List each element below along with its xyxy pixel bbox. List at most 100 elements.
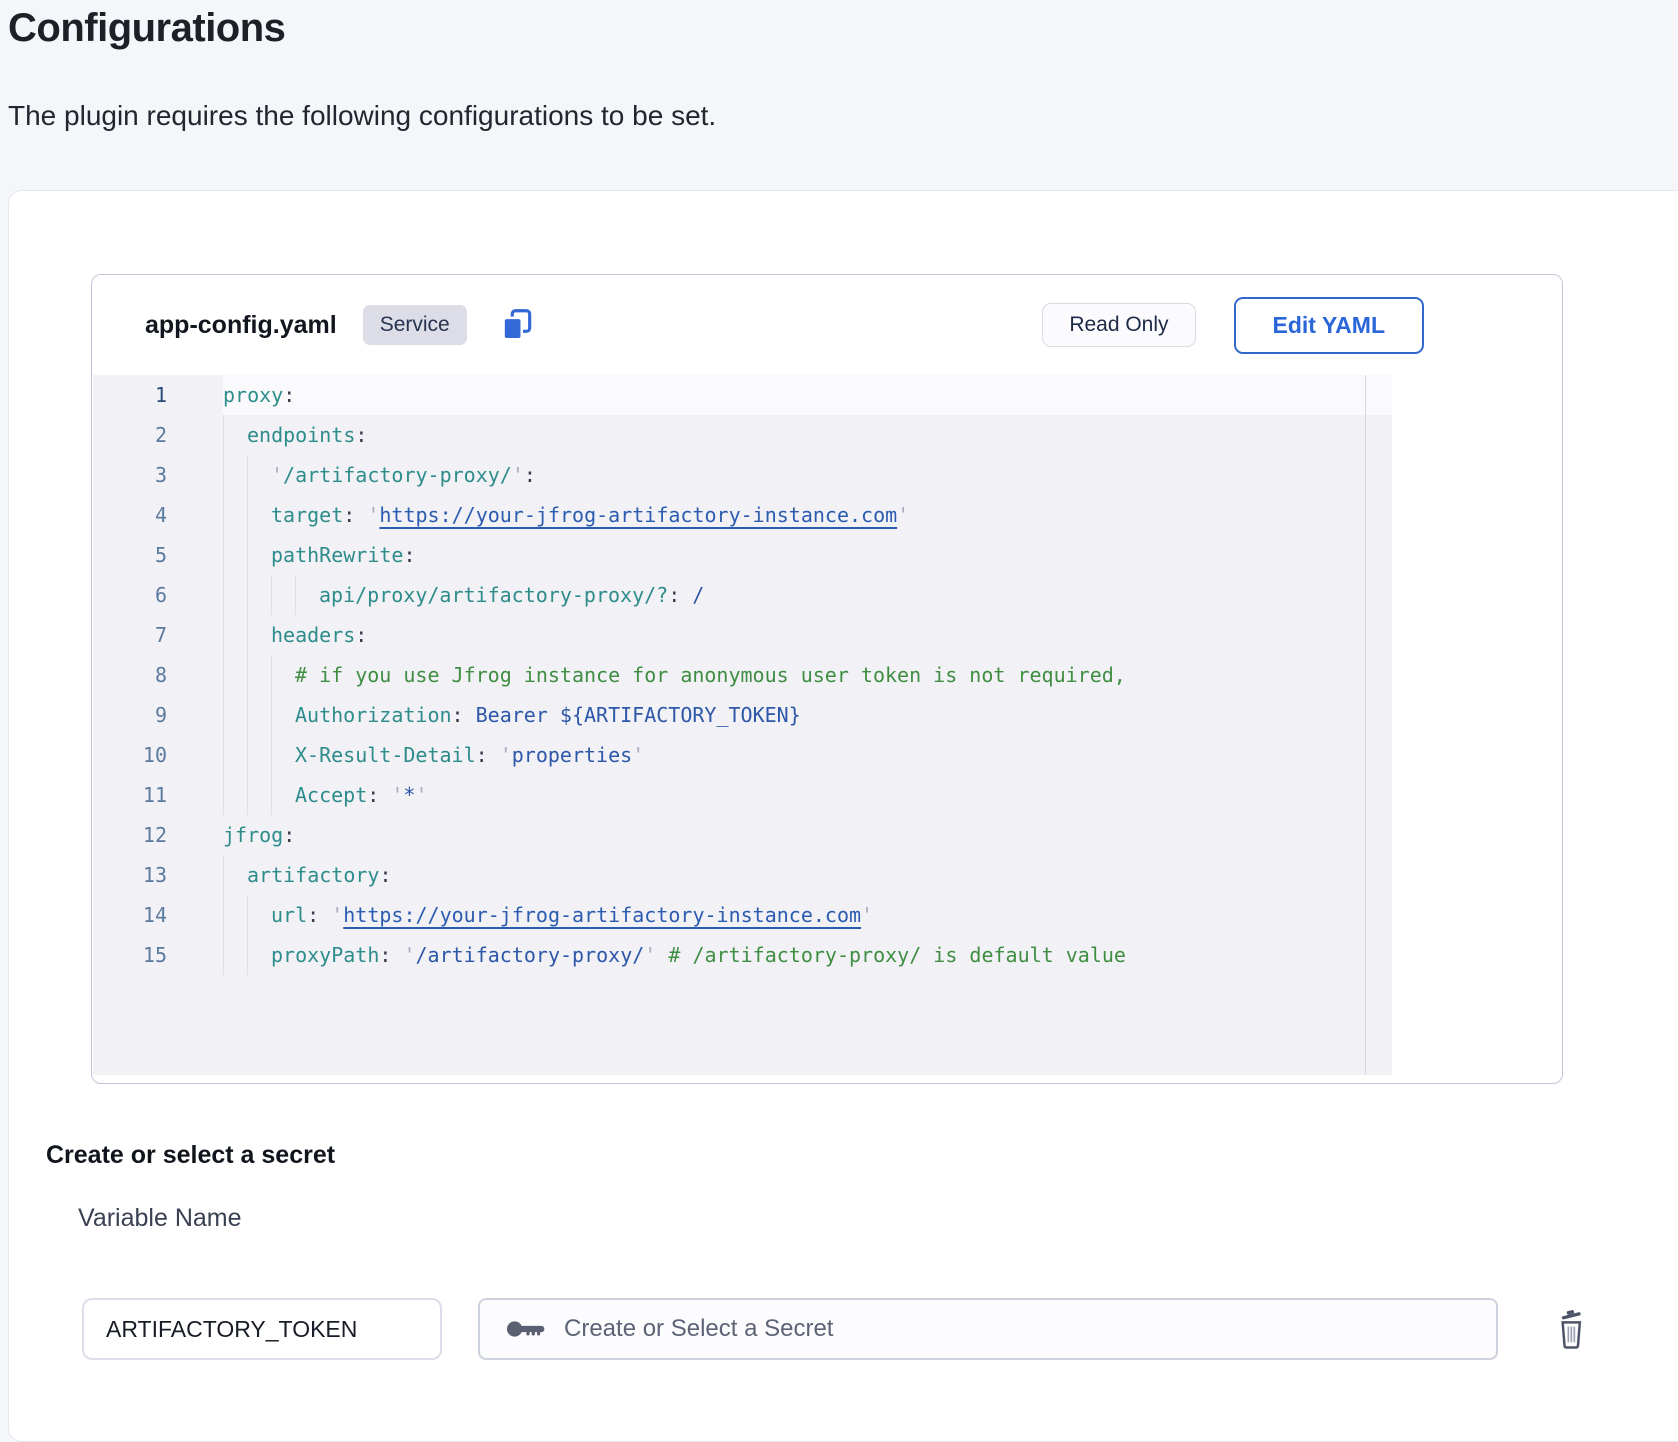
indent-guide — [247, 695, 271, 735]
code-line: 14url: 'https://your-jfrog-artifactory-i… — [93, 895, 1392, 935]
code-token: proxyPath — [271, 935, 379, 975]
code-line-content: artifactory: — [223, 855, 1392, 895]
code-line: 1proxy: — [93, 375, 1392, 415]
code-token: ' — [415, 775, 427, 815]
code-token: target — [271, 495, 343, 535]
code-token: ' — [632, 735, 644, 775]
code-line: 5pathRewrite: — [93, 535, 1392, 575]
line-number: 9 — [93, 695, 223, 735]
indent-guide — [247, 495, 271, 535]
code-token: : — [379, 935, 403, 975]
copy-button[interactable] — [497, 305, 537, 345]
line-number: 11 — [93, 775, 223, 815]
line-number: 4 — [93, 495, 223, 535]
code-line-content: jfrog: — [223, 815, 1392, 855]
code-token: ' — [897, 495, 909, 535]
read-only-button[interactable]: Read Only — [1042, 303, 1195, 347]
code-token: * — [403, 775, 415, 815]
indent-guide — [247, 735, 271, 775]
indent-guide — [223, 855, 247, 895]
code-line-content: api/proxy/artifactory-proxy/?: / — [223, 575, 1392, 615]
indent-guide — [295, 575, 319, 615]
indent-guide — [247, 575, 271, 615]
code-token: properties — [512, 735, 632, 775]
code-token: : — [367, 775, 391, 815]
indent-guide — [271, 775, 295, 815]
code-token: artifactory — [247, 855, 379, 895]
code-token: api/proxy/artifactory-proxy/? — [319, 575, 668, 615]
indent-guide — [247, 455, 271, 495]
line-number: 10 — [93, 735, 223, 775]
secret-select-input[interactable]: Create or Select a Secret — [478, 1298, 1498, 1360]
code-line: 13artifactory: — [93, 855, 1392, 895]
delete-secret-button[interactable] — [1549, 1303, 1593, 1355]
code-token: : — [524, 455, 536, 495]
code-line-content: pathRewrite: — [223, 535, 1392, 575]
indent-guide — [247, 935, 271, 975]
indent-guide — [223, 935, 247, 975]
code-line: 10X-Result-Detail: 'properties' — [93, 735, 1392, 775]
code-token: Authorization — [295, 695, 452, 735]
code-token: : — [355, 415, 367, 455]
code-token: headers — [271, 615, 355, 655]
code-token: ' — [331, 895, 343, 935]
code-token: : — [283, 375, 295, 415]
page-title: Configurations — [8, 6, 285, 51]
code-line-content: X-Result-Detail: 'properties' — [223, 735, 1392, 775]
secret-section-heading: Create or select a secret — [46, 1141, 335, 1170]
code-token: : — [283, 815, 295, 855]
code-token: X-Result-Detail — [295, 735, 476, 775]
code-link[interactable]: https://your-jfrog-artifactory-instance.… — [379, 495, 897, 535]
variable-name-label: Variable Name — [78, 1204, 242, 1233]
code-line: 11Accept: '*' — [93, 775, 1392, 815]
indent-guide — [247, 535, 271, 575]
page-subtitle: The plugin requires the following config… — [8, 100, 716, 132]
code-token: proxy — [223, 375, 283, 415]
line-number: 3 — [93, 455, 223, 495]
code-token: jfrog — [223, 815, 283, 855]
key-icon — [506, 1316, 548, 1342]
code-token: : — [403, 535, 415, 575]
code-token: # if you use Jfrog instance for anonymou… — [295, 655, 1126, 695]
indent-guide — [247, 655, 271, 695]
service-badge: Service — [363, 305, 467, 345]
code-token: : — [307, 895, 331, 935]
code-editor[interactable]: 1proxy:2endpoints:3'/artifactory-proxy/'… — [93, 375, 1392, 1075]
code-token: pathRewrite — [271, 535, 403, 575]
line-number: 14 — [93, 895, 223, 935]
indent-guide — [223, 455, 247, 495]
file-name: app-config.yaml — [145, 311, 337, 340]
indent-guide — [271, 655, 295, 695]
code-token: ' — [861, 895, 873, 935]
code-token: Accept — [295, 775, 367, 815]
indent-guide — [223, 615, 247, 655]
yaml-editor-card: app-config.yaml Service Read Only Edit Y… — [91, 274, 1563, 1084]
line-number: 7 — [93, 615, 223, 655]
code-token: ' — [367, 495, 379, 535]
line-number: 8 — [93, 655, 223, 695]
code-line: 8 # if you use Jfrog instance for anonymo… — [93, 655, 1392, 695]
code-token: : — [668, 575, 692, 615]
line-number: 1 — [93, 375, 223, 415]
line-number: 13 — [93, 855, 223, 895]
code-token: : — [343, 495, 367, 535]
code-line-content: '/artifactory-proxy/': — [223, 455, 1392, 495]
secret-select-placeholder: Create or Select a Secret — [564, 1315, 833, 1343]
variable-name-input[interactable] — [82, 1298, 442, 1360]
code-token: : — [452, 695, 476, 735]
code-link[interactable]: https://your-jfrog-artifactory-instance.… — [343, 895, 861, 935]
code-line: 4 target: 'https://your-jfrog-artifactory… — [93, 495, 1392, 535]
code-line-content: Authorization: Bearer ${ARTIFACTORY_TOKE… — [223, 695, 1392, 735]
indent-guide — [223, 655, 247, 695]
edit-yaml-button[interactable]: Edit YAML — [1234, 297, 1424, 354]
code-line-content: proxyPath: '/artifactory-proxy/' # /arti… — [223, 935, 1392, 975]
code-line: 12jfrog: — [93, 815, 1392, 855]
line-number: 2 — [93, 415, 223, 455]
code-token: : — [379, 855, 391, 895]
indent-guide — [271, 735, 295, 775]
indent-guide — [247, 895, 271, 935]
code-token: ' — [500, 735, 512, 775]
indent-guide — [223, 775, 247, 815]
code-token: ' — [403, 935, 415, 975]
code-token: /artifactory-proxy/ — [416, 935, 645, 975]
